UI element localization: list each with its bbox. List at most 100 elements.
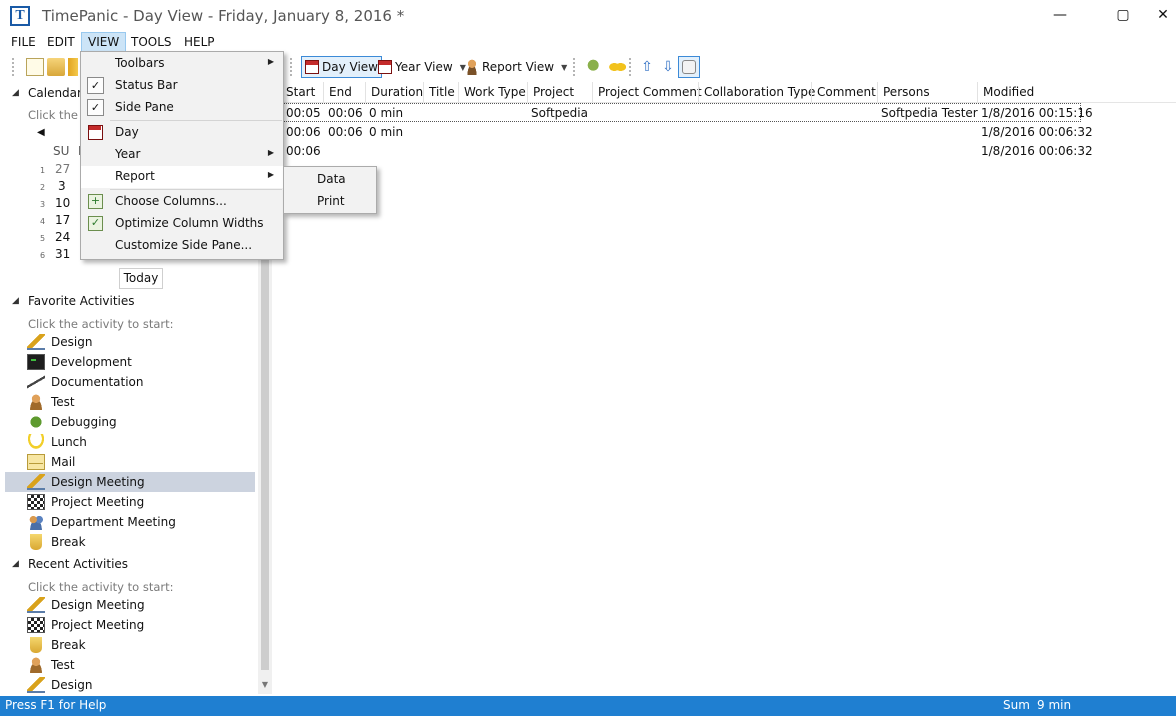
activity-label: Project Meeting xyxy=(51,618,145,632)
activity-label: Break xyxy=(51,535,86,549)
calendar-day[interactable]: 10 xyxy=(55,196,70,210)
sync-icon xyxy=(682,60,696,74)
year-calendar-icon xyxy=(378,60,392,74)
today-button[interactable]: Today xyxy=(119,268,163,289)
view-menu-day[interactable]: Day xyxy=(81,122,283,144)
open-folder-icon[interactable] xyxy=(47,58,65,76)
favorite-test[interactable]: Test xyxy=(5,392,255,412)
column-header-project[interactable]: Project xyxy=(527,82,592,102)
favorite-mail[interactable]: Mail xyxy=(5,452,255,472)
view-menu-toolbars[interactable]: Toolbars ▶ xyxy=(81,53,283,75)
year-view-button[interactable]: Year View ▼ xyxy=(375,56,469,78)
view-menu-choose-columns[interactable]: + Choose Columns... xyxy=(81,191,283,213)
menu-view[interactable]: VIEW xyxy=(81,32,127,52)
cell-end[interactable]: 00:06 xyxy=(328,125,363,139)
favorite-development[interactable]: Development xyxy=(5,352,255,372)
calendar-day[interactable]: 24 xyxy=(55,230,70,244)
favorite-documentation[interactable]: Documentation xyxy=(5,372,255,392)
move-up-icon[interactable]: ⇧ xyxy=(638,58,656,76)
back-arrow-icon[interactable] xyxy=(68,58,78,76)
checkmark-icon: ✓ xyxy=(87,77,104,94)
console-icon xyxy=(27,354,45,370)
collapse-favorites-icon[interactable]: ◢ xyxy=(12,296,19,306)
report-submenu-print[interactable]: Print xyxy=(317,194,345,208)
calendar-day[interactable]: 31 xyxy=(55,247,70,261)
chevron-down-icon[interactable]: ▼ xyxy=(561,63,567,72)
toolbar-grip-3[interactable] xyxy=(573,58,576,76)
cell-persons[interactable]: Softpedia Tester xyxy=(881,106,978,120)
column-header-work-type[interactable]: Work Type xyxy=(458,82,527,102)
toolbar-grip-4[interactable] xyxy=(629,58,632,76)
calendar-day[interactable]: 27 xyxy=(55,162,70,176)
cell-modified[interactable]: 1/8/2016 00:06:32 xyxy=(981,125,1093,139)
favorite-project-meeting[interactable]: Project Meeting xyxy=(5,492,255,512)
collapse-calendar-icon[interactable]: ◢ xyxy=(12,88,19,98)
view-menu-year[interactable]: Year ▶ xyxy=(81,144,283,166)
view-menu-side-pane[interactable]: ✓ Side Pane xyxy=(81,97,283,119)
checkmark-icon: ✓ xyxy=(87,99,104,116)
view-menu-optimize-column-widths[interactable]: ✓ Optimize Column Widths xyxy=(81,213,283,235)
report-submenu-data[interactable]: Data xyxy=(317,172,346,186)
favorite-department-meeting[interactable]: Department Meeting xyxy=(5,512,255,532)
column-header-collaboration-type[interactable]: Collaboration Type xyxy=(698,82,815,102)
calendar-prev-icon[interactable]: ◀ xyxy=(37,127,45,138)
pencil-icon xyxy=(27,334,45,350)
column-header-end[interactable]: End xyxy=(323,82,365,102)
menu-file[interactable]: FILE xyxy=(5,32,42,52)
activity-label: Lunch xyxy=(51,435,87,449)
cell-start[interactable]: 00:06 xyxy=(286,125,321,139)
view-menu-report[interactable]: Report ▶ xyxy=(81,166,283,188)
recent-test[interactable]: Test xyxy=(5,655,255,675)
recent-design-meeting[interactable]: Design Meeting xyxy=(5,595,255,615)
footprints-icon[interactable] xyxy=(608,58,626,76)
calendar-day[interactable]: 17 xyxy=(55,213,70,227)
column-header-persons[interactable]: Persons xyxy=(877,82,977,102)
column-header-comment[interactable]: Comment xyxy=(811,82,877,102)
view-menu-customize-side-pane[interactable]: Customize Side Pane... xyxy=(81,235,283,257)
collapse-recent-icon[interactable]: ◢ xyxy=(12,559,19,569)
column-header-duration[interactable]: Duration xyxy=(365,82,423,102)
cell-start[interactable]: 00:06 xyxy=(286,144,321,158)
menu-edit[interactable]: EDIT xyxy=(41,32,81,52)
column-header-title[interactable]: Title xyxy=(423,82,458,102)
report-view-button[interactable]: Report View ▼ xyxy=(462,56,570,78)
column-header-modified[interactable]: Modified xyxy=(977,82,1176,102)
toolbar-grip-2[interactable] xyxy=(290,58,293,76)
bug-icon xyxy=(27,414,45,430)
favorite-debugging[interactable]: Debugging xyxy=(5,412,255,432)
time-entries-grid xyxy=(272,80,1176,696)
recent-hint: Click the activity to start: xyxy=(28,580,174,594)
view-menu-status-bar[interactable]: ✓ Status Bar xyxy=(81,75,283,97)
cell-end[interactable]: 00:06 xyxy=(328,106,363,120)
new-file-icon[interactable] xyxy=(26,58,44,76)
cell-modified[interactable]: 1/8/2016 00:15:16 xyxy=(981,106,1093,120)
column-header-project-comment[interactable]: Project Comment xyxy=(592,82,702,102)
scroll-down-icon[interactable]: ▼ xyxy=(258,678,272,692)
close-icon[interactable]: ✕ xyxy=(1140,0,1176,30)
sync-toggle-button[interactable] xyxy=(678,56,700,78)
recent-design[interactable]: Design xyxy=(5,675,255,695)
favorite-design[interactable]: Design xyxy=(5,332,255,352)
menu-help[interactable]: HELP xyxy=(178,32,221,52)
minimize-icon[interactable]: — xyxy=(1037,0,1083,30)
cell-project[interactable]: Softpedia xyxy=(531,106,588,120)
favorite-design-meeting[interactable]: Design Meeting xyxy=(5,472,255,492)
menu-tools[interactable]: TOOLS xyxy=(125,32,178,52)
choose-columns-icon: + xyxy=(88,194,103,209)
cell-duration[interactable]: 0 min xyxy=(369,125,403,139)
move-down-icon[interactable]: ⇩ xyxy=(659,58,677,76)
favorite-lunch[interactable]: Lunch xyxy=(5,432,255,452)
column-header-start[interactable]: Start xyxy=(281,82,321,102)
cell-modified[interactable]: 1/8/2016 00:06:32 xyxy=(981,144,1093,158)
recent-break[interactable]: Break xyxy=(5,635,255,655)
calendar-day[interactable]: 3 xyxy=(58,179,66,193)
favorite-break[interactable]: Break xyxy=(5,532,255,552)
toolbar-grip[interactable] xyxy=(12,58,15,76)
add-activity-icon[interactable] xyxy=(586,58,604,76)
menu-item-label: Toolbars xyxy=(115,56,165,70)
day-view-button[interactable]: Day View xyxy=(301,56,382,78)
recent-project-meeting[interactable]: Project Meeting xyxy=(5,615,255,635)
cell-start[interactable]: 00:05 xyxy=(286,106,321,120)
cell-duration[interactable]: 0 min xyxy=(369,106,403,120)
activity-label: Design xyxy=(51,335,93,349)
